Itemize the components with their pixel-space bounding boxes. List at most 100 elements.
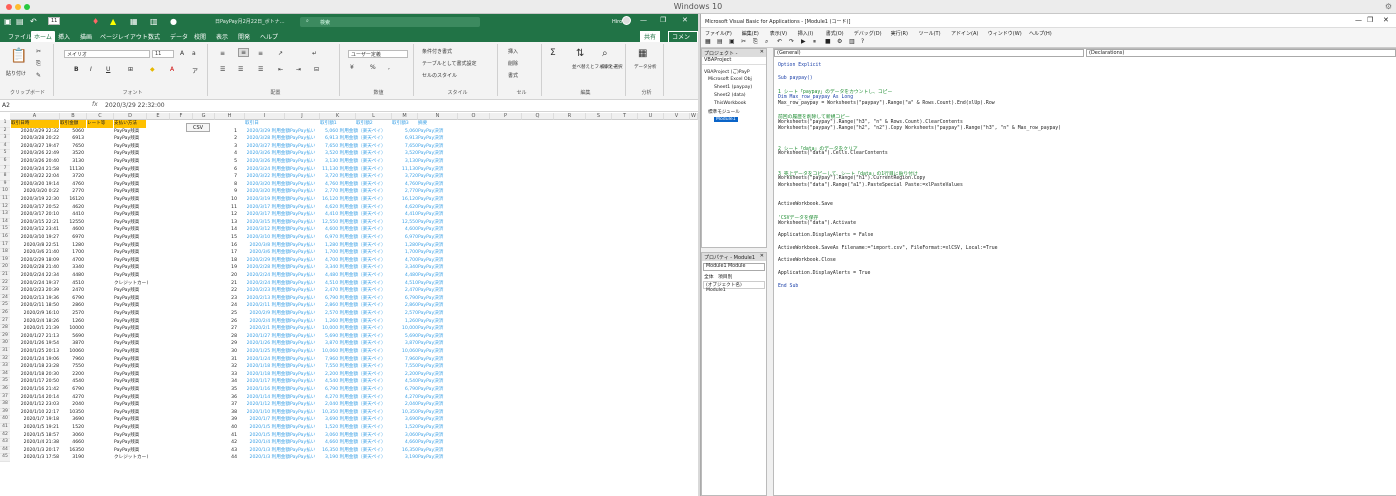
code-line[interactable]: Dim Max_row_paypay As Long bbox=[778, 95, 853, 100]
cell[interactable]: 7 bbox=[215, 173, 237, 181]
row-header[interactable]: 30 bbox=[0, 340, 10, 348]
cell[interactable]: 2020/1/25 20:13 bbox=[11, 348, 59, 356]
cell[interactable]: PayPay決済 bbox=[418, 272, 458, 280]
cell[interactable]: 2020/2/23 20:39 bbox=[11, 287, 59, 295]
cell[interactable]: 4480 bbox=[60, 272, 84, 280]
column-header[interactable]: F bbox=[170, 113, 193, 120]
cell[interactable]: 2020/2/28 利用金額 bbox=[240, 264, 290, 272]
cell[interactable]: 6970 bbox=[60, 234, 84, 242]
cell[interactable]: 6790 bbox=[60, 386, 84, 394]
cell[interactable]: 2020/3/20 利用金額 bbox=[240, 188, 290, 196]
cell[interactable]: PayPay払い bbox=[290, 158, 318, 166]
cell[interactable]: 3190 bbox=[60, 454, 84, 462]
cell[interactable]: PayPay決済 bbox=[418, 371, 458, 379]
cell[interactable]: 1260 bbox=[60, 318, 84, 326]
cell[interactable]: 3,520 利用金額 bbox=[318, 150, 358, 158]
row-header[interactable]: 28 bbox=[0, 325, 10, 333]
cell[interactable]: 10,060 利用金額 bbox=[318, 348, 358, 356]
column-header[interactable]: D bbox=[114, 113, 147, 120]
cell[interactable]: PayPay払い bbox=[290, 454, 318, 462]
procedure-select[interactable]: (Declarations) bbox=[1086, 49, 1396, 57]
align-bottom-icon[interactable]: ≡ bbox=[258, 50, 263, 57]
cell[interactable]: 11 bbox=[215, 204, 237, 212]
cell[interactable]: 4510 bbox=[60, 280, 84, 288]
cell[interactable]: 4760 bbox=[60, 181, 84, 189]
cell[interactable]: 2020/1/10 22:17 bbox=[11, 409, 59, 417]
cell[interactable]: （楽天ペイ） bbox=[358, 166, 390, 174]
code-line[interactable]: Worksheets("data").Range("a1").PasteSpec… bbox=[778, 183, 963, 188]
cell[interactable]: 2020/3/29 22:32 bbox=[11, 128, 59, 136]
cell[interactable]: 3,130 bbox=[390, 158, 418, 166]
record-icon[interactable]: ● bbox=[170, 17, 177, 26]
cell[interactable]: 7,550 利用金額 bbox=[318, 363, 358, 371]
excel-icon[interactable]: ▦ bbox=[705, 38, 711, 45]
cell[interactable]: PayPay残高 bbox=[114, 401, 148, 409]
row-header[interactable]: 21 bbox=[0, 272, 10, 280]
cell[interactable]: 2020/3/27 19:47 bbox=[11, 143, 59, 151]
cell[interactable]: 2470 bbox=[60, 287, 84, 295]
code-line[interactable]: Worksheets("paypay").Range("h3", "n" & R… bbox=[778, 120, 963, 125]
cell[interactable]: （楽天ペイ） bbox=[358, 432, 390, 440]
cell[interactable]: 2,470 利用金額 bbox=[318, 287, 358, 295]
vbe-menu-item[interactable]: デバッグ(D) bbox=[854, 30, 882, 37]
column-header[interactable]: B bbox=[60, 113, 87, 120]
fill-icon[interactable]: ◆ bbox=[150, 66, 155, 73]
percent-icon[interactable]: % bbox=[370, 64, 376, 71]
cell[interactable]: PayPay残高 bbox=[114, 211, 148, 219]
cut-icon[interactable]: ✂ bbox=[741, 38, 746, 45]
italic-icon[interactable]: I bbox=[90, 66, 92, 73]
cell[interactable]: 3130 bbox=[60, 158, 84, 166]
vbe-menu-item[interactable]: 実行(R) bbox=[891, 30, 908, 37]
cell[interactable]: （楽天ペイ） bbox=[358, 401, 390, 409]
cell[interactable]: PayPay払い bbox=[290, 135, 318, 143]
cell[interactable]: 4 bbox=[215, 150, 237, 158]
tab-insert[interactable]: 挿入 bbox=[58, 32, 70, 41]
close-icon[interactable]: ✕ bbox=[682, 16, 688, 24]
cell[interactable]: 19 bbox=[215, 264, 237, 272]
cell[interactable]: 2020/3/17 20:10 bbox=[11, 211, 59, 219]
cell[interactable]: 2,860 利用金額 bbox=[318, 302, 358, 310]
cell-styles-button[interactable]: セルのスタイル bbox=[422, 72, 457, 79]
cell[interactable]: 2020/1/17 20:50 bbox=[11, 378, 59, 386]
cell[interactable]: 2020/2/24 利用金額 bbox=[240, 280, 290, 288]
indent-icon[interactable]: ⇤ bbox=[278, 66, 283, 73]
cell[interactable]: PayPay決済 bbox=[418, 386, 458, 394]
cell[interactable]: 3,190 利用金額 bbox=[318, 454, 358, 462]
cell[interactable]: PayPay払い bbox=[290, 439, 318, 447]
cell[interactable]: （楽天ペイ） bbox=[358, 371, 390, 379]
cell[interactable]: クレジットカード bbox=[114, 454, 148, 462]
cell[interactable]: PayPay払い bbox=[290, 318, 318, 326]
cell[interactable]: 3,720 bbox=[390, 173, 418, 181]
cell[interactable]: 3,690 利用金額 bbox=[318, 416, 358, 424]
tab-draw[interactable]: 描画 bbox=[80, 32, 92, 41]
name-box[interactable]: A2 bbox=[2, 102, 10, 109]
data-analysis-button[interactable]: データ分析 bbox=[634, 64, 657, 70]
cell[interactable]: 18 bbox=[215, 257, 237, 265]
code-line[interactable]: Worksheets("paypay").Range("h2", "n2").C… bbox=[778, 126, 1061, 131]
cell[interactable]: 16,120 利用金額 bbox=[318, 196, 358, 204]
cell[interactable]: 12550 bbox=[60, 219, 84, 227]
cell[interactable]: PayPay払い bbox=[290, 340, 318, 348]
cell[interactable]: （楽天ペイ） bbox=[358, 135, 390, 143]
cell[interactable]: 4,410 bbox=[390, 211, 418, 219]
cell[interactable]: （楽天ペイ） bbox=[358, 318, 390, 326]
cell[interactable]: PayPay決済 bbox=[418, 333, 458, 341]
find-icon[interactable]: ⌕ bbox=[602, 48, 608, 59]
cell[interactable]: 2 bbox=[215, 135, 237, 143]
format-as-table-button[interactable]: テーブルとして書式設定 bbox=[422, 60, 477, 67]
cell[interactable]: 42 bbox=[215, 439, 237, 447]
cell[interactable]: PayPay残高 bbox=[114, 378, 148, 386]
cell[interactable]: 4700 bbox=[60, 257, 84, 265]
cell[interactable]: 1,520 bbox=[390, 424, 418, 432]
redo-icon[interactable]: ↷ bbox=[789, 38, 794, 45]
tree-sheet1[interactable]: Sheet1 (paypay) bbox=[714, 85, 752, 90]
code-line[interactable]: Max_row_paypay = Worksheets("paypay").Ra… bbox=[778, 101, 995, 106]
cell[interactable]: 4620 bbox=[60, 204, 84, 212]
column-header[interactable]: Q bbox=[522, 113, 554, 120]
cell[interactable]: レート等 bbox=[87, 120, 113, 128]
row-header[interactable]: 45 bbox=[0, 454, 10, 462]
cell[interactable]: 2020/1/27 利用金額 bbox=[240, 333, 290, 341]
cell[interactable]: 15 bbox=[215, 234, 237, 242]
cell[interactable]: 2020/2/13 19:36 bbox=[11, 295, 59, 303]
code-line[interactable]: Option Explicit bbox=[778, 63, 821, 68]
